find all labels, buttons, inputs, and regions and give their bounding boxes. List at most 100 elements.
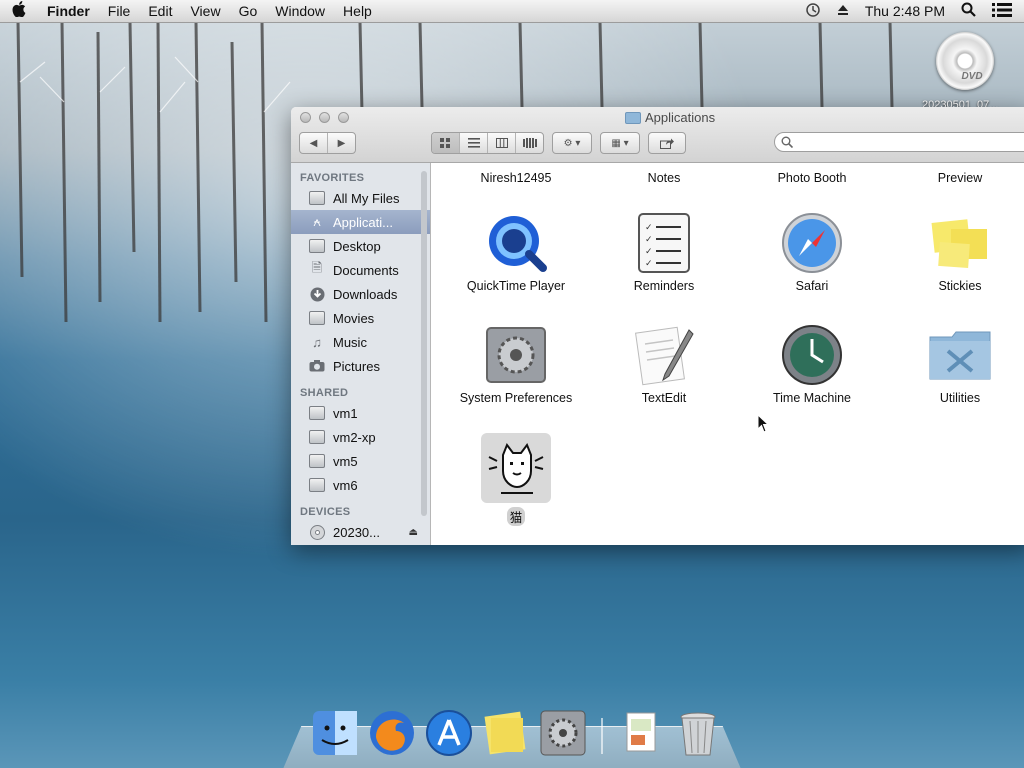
camera-icon bbox=[309, 359, 325, 373]
action-menu-button[interactable]: ⚙ ▾ bbox=[552, 132, 592, 154]
sidebar-item-all-my-files[interactable]: All My Files bbox=[291, 186, 430, 210]
sidebar: FAVORITES All My Files ⍲ Applicati... Des… bbox=[291, 163, 431, 545]
dock-stickies-icon[interactable] bbox=[481, 708, 531, 758]
sidebar-item-label: vm2-xp bbox=[333, 429, 376, 445]
gear-icon: ⚙ ▾ bbox=[563, 137, 581, 149]
share-button[interactable] bbox=[648, 132, 686, 154]
movies-icon bbox=[309, 311, 325, 325]
time-machine-clock-icon bbox=[780, 323, 844, 387]
menu-help[interactable]: Help bbox=[334, 3, 381, 19]
sidebar-scrollbar[interactable] bbox=[421, 171, 427, 516]
forward-button[interactable]: ▶ bbox=[328, 133, 355, 153]
sidebar-item-applications[interactable]: ⍲ Applicati... bbox=[291, 210, 430, 234]
sidebar-item-label: vm1 bbox=[333, 405, 358, 421]
window-title-text: Applications bbox=[645, 110, 716, 125]
sidebar-item-vm5[interactable]: vm5 bbox=[291, 449, 430, 473]
spotlight-search-icon[interactable] bbox=[961, 2, 976, 20]
view-mode-control bbox=[431, 132, 544, 154]
app-cat[interactable]: 猫 bbox=[442, 433, 590, 527]
dock-separator bbox=[601, 718, 603, 754]
network-computer-icon bbox=[309, 430, 325, 444]
sidebar-item-label: Applicati... bbox=[333, 214, 393, 230]
menu-edit[interactable]: Edit bbox=[139, 3, 181, 19]
arrange-menu-button[interactable]: ▦ ▾ bbox=[600, 132, 640, 154]
menu-view[interactable]: View bbox=[181, 3, 229, 19]
sidebar-item-music[interactable]: ♫ Music bbox=[291, 330, 430, 354]
safari-compass-icon bbox=[780, 211, 844, 275]
menu-file[interactable]: File bbox=[99, 3, 140, 19]
window-titlebar[interactable]: Applications ◀ ▶ ⚙ ▾ ▦ ▾ bbox=[291, 107, 1024, 163]
dock-trash-icon[interactable] bbox=[673, 708, 723, 758]
app-label: Safari bbox=[795, 279, 829, 293]
app-label-notes[interactable]: Notes bbox=[594, 171, 734, 185]
app-time-machine[interactable]: Time Machine bbox=[738, 323, 886, 407]
sidebar-item-downloads[interactable]: Downloads bbox=[291, 282, 430, 306]
sidebar-item-movies[interactable]: Movies bbox=[291, 306, 430, 330]
back-forward-control: ◀ ▶ bbox=[299, 132, 356, 154]
sidebar-item-pictures[interactable]: Pictures bbox=[291, 354, 430, 378]
app-reminders[interactable]: ✓ ✓ ✓ ✓ Reminders bbox=[590, 211, 738, 295]
menu-clock[interactable]: Thu 2:48 PM bbox=[865, 3, 945, 19]
menu-go[interactable]: Go bbox=[230, 3, 267, 19]
stickies-notes-icon bbox=[928, 211, 992, 275]
column-view-button[interactable] bbox=[488, 133, 516, 153]
arrange-grid-icon: ▦ ▾ bbox=[611, 137, 629, 149]
dock-firefox-icon[interactable] bbox=[367, 708, 417, 758]
all-files-icon bbox=[309, 191, 325, 205]
sidebar-item-label: All My Files bbox=[333, 190, 400, 206]
menu-bar: Finder File Edit View Go Window Help Thu… bbox=[0, 0, 1024, 23]
search-input[interactable] bbox=[793, 133, 1024, 151]
icon-view-button[interactable] bbox=[432, 133, 460, 153]
finder-window: Applications ◀ ▶ ⚙ ▾ ▦ ▾ FAVORITES All M… bbox=[291, 107, 1024, 545]
mouse-pointer-icon bbox=[757, 414, 770, 433]
app-label: Utilities bbox=[939, 391, 981, 405]
app-label-photo-booth[interactable]: Photo Booth bbox=[742, 171, 882, 185]
app-label-niresh[interactable]: Niresh12495 bbox=[446, 171, 586, 185]
zoom-window-button[interactable] bbox=[338, 112, 349, 123]
search-field[interactable] bbox=[774, 132, 1024, 152]
window-toolbar: ◀ ▶ ⚙ ▾ ▦ ▾ bbox=[299, 132, 1024, 154]
minimize-window-button[interactable] bbox=[319, 112, 330, 123]
menu-app-finder[interactable]: Finder bbox=[38, 3, 99, 19]
sidebar-item-vm2-xp[interactable]: vm2-xp bbox=[291, 425, 430, 449]
svg-text:✓: ✓ bbox=[645, 234, 653, 244]
reminders-icon: ✓ ✓ ✓ ✓ bbox=[632, 211, 696, 275]
back-button[interactable]: ◀ bbox=[300, 133, 328, 153]
sidebar-item-vm1[interactable]: vm1 bbox=[291, 401, 430, 425]
app-label: TextEdit bbox=[641, 391, 687, 405]
sidebar-item-disc[interactable]: 20230... ⏏ bbox=[291, 520, 430, 544]
sidebar-item-documents[interactable]: 🗎 Documents bbox=[291, 258, 430, 282]
app-label-preview[interactable]: Preview bbox=[890, 171, 1024, 185]
menu-window[interactable]: Window bbox=[266, 3, 334, 19]
sidebar-item-desktop[interactable]: Desktop bbox=[291, 234, 430, 258]
sidebar-item-label: Pictures bbox=[333, 358, 380, 374]
icon-view-area[interactable]: Niresh12495 Notes Photo Booth Preview Qu… bbox=[431, 163, 1024, 545]
eject-icon[interactable]: ⏏ bbox=[409, 527, 418, 538]
app-safari[interactable]: Safari bbox=[738, 211, 886, 295]
app-quicktime-player[interactable]: QuickTime Player bbox=[442, 211, 590, 295]
share-icon bbox=[649, 133, 685, 153]
dock-documents-stack-icon[interactable] bbox=[616, 708, 666, 758]
sidebar-item-label: vm5 bbox=[333, 453, 358, 469]
eject-menu-icon[interactable] bbox=[837, 3, 849, 19]
app-textedit[interactable]: TextEdit bbox=[590, 323, 738, 407]
dvd-disc-icon[interactable]: DVD bbox=[936, 32, 994, 90]
sidebar-item-vm6[interactable]: vm6 bbox=[291, 473, 430, 497]
apple-menu-icon[interactable] bbox=[0, 1, 38, 21]
app-system-preferences[interactable]: System Preferences bbox=[442, 323, 590, 407]
window-title: Applications bbox=[625, 110, 715, 125]
svg-text:✓: ✓ bbox=[645, 258, 653, 268]
time-machine-menu-icon[interactable] bbox=[805, 2, 821, 21]
close-window-button[interactable] bbox=[300, 112, 311, 123]
notification-center-icon[interactable] bbox=[992, 2, 1012, 20]
dock-app-store-icon[interactable] bbox=[424, 708, 474, 758]
app-label: Stickies bbox=[938, 279, 982, 293]
dock-system-preferences-icon[interactable] bbox=[538, 708, 588, 758]
sidebar-item-label: Downloads bbox=[333, 286, 398, 302]
app-utilities[interactable]: Utilities bbox=[886, 323, 1024, 407]
dock-finder-icon[interactable] bbox=[310, 708, 360, 758]
magnifier-icon bbox=[781, 136, 793, 148]
coverflow-view-button[interactable] bbox=[516, 133, 543, 153]
app-stickies[interactable]: Stickies bbox=[886, 211, 1024, 295]
list-view-button[interactable] bbox=[460, 133, 488, 153]
